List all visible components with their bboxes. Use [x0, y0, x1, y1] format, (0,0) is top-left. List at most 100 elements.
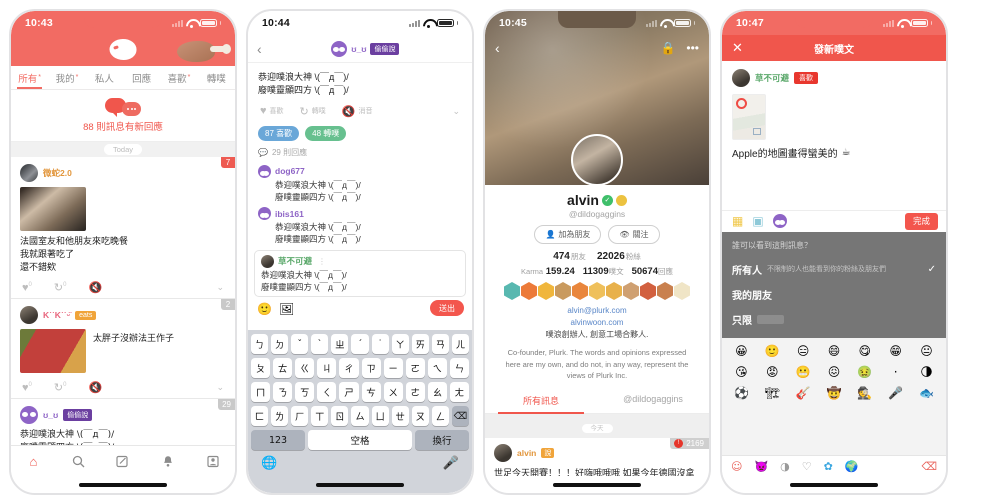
replurk-icon[interactable]: ↻ 0: [54, 281, 67, 295]
privacy-option-limited[interactable]: 只限 •••: [732, 307, 936, 332]
tab-handle[interactable]: @dildogaggins: [597, 389, 709, 413]
post-actions[interactable]: ♥ 0 ↻ 0 🔇 ⌄: [20, 377, 226, 398]
done-button[interactable]: 完成: [904, 212, 938, 230]
key[interactable]: ㄓ: [331, 334, 349, 354]
website-link[interactable]: alvinwoon.com: [485, 317, 709, 329]
emoji[interactable]: 🎸: [795, 385, 812, 402]
key[interactable]: ㄉ: [271, 334, 289, 354]
tabbar-profile-icon[interactable]: [190, 455, 235, 468]
attached-image-thumbnail[interactable]: [732, 94, 766, 140]
badge-icon[interactable]: [538, 282, 554, 300]
key[interactable]: ㄛ: [405, 358, 425, 378]
emoji[interactable]: 😘: [733, 364, 750, 381]
avatar[interactable]: [732, 69, 750, 87]
avatar[interactable]: [258, 164, 271, 178]
avatar[interactable]: [20, 406, 38, 425]
avatar[interactable]: [494, 443, 512, 462]
composer-body[interactable]: 草不可避 喜歡 Apple的地圖畫得蠻美的 ☕: [722, 61, 946, 160]
key[interactable]: ㄔ: [339, 358, 359, 378]
tab-responses[interactable]: 回應: [123, 66, 160, 89]
key[interactable]: ㄥ: [431, 406, 449, 426]
like-icon[interactable]: ♥ 0: [22, 282, 32, 294]
badge-icon[interactable]: [589, 282, 605, 300]
more-icon[interactable]: ⋮: [318, 257, 326, 266]
space-key[interactable]: 空格: [308, 430, 412, 450]
key[interactable]: ㄜ: [405, 382, 425, 402]
qualifier-badge[interactable]: 喜歡: [794, 72, 819, 84]
like-icon[interactable]: ♥ 0: [22, 382, 32, 394]
composer-text[interactable]: Apple的地圖畫得蠻美的 ☕: [732, 145, 936, 160]
username[interactable]: K˙˙K˙˙ᵕ̈: [43, 310, 70, 320]
like-button[interactable]: ♥ 喜歡: [260, 105, 284, 117]
globe-tab-icon[interactable]: 🌍: [845, 460, 859, 473]
tab-replurks[interactable]: 轉噗: [198, 66, 235, 89]
emoji-row[interactable]: 😀 🙂 😑 😄 😋 😁 😐: [726, 343, 942, 360]
keyboard-bottom-row[interactable]: 🌐 🎤: [251, 454, 469, 473]
emoji[interactable]: 😁: [887, 343, 904, 360]
emoji[interactable]: 🤠: [825, 385, 842, 402]
keyboard-row[interactable]: 123 空格 換行: [251, 430, 470, 450]
list-item[interactable]: ! 2169 alvin 說 世足今天開賽！！！好嗨哦哦哦 如果今年德國沒拿冠軍…: [485, 437, 709, 476]
friends-count[interactable]: 474: [553, 251, 570, 262]
username[interactable]: 微蛇2.0: [43, 167, 72, 179]
composer-toolbar[interactable]: ▦ ▣ 完成: [722, 209, 946, 232]
profile-tabs[interactable]: 所有訊息 @dildogaggins: [485, 389, 709, 414]
mute-icon[interactable]: 🔇: [88, 381, 102, 394]
notification-tabs[interactable]: 所有 * 我的 * 私人 回應 喜歡 * 轉噗: [11, 66, 235, 90]
tabbar-alerts-icon[interactable]: [145, 455, 190, 468]
username[interactable]: ʊ_ʊ: [351, 44, 366, 54]
emoji[interactable]: 🤢: [856, 364, 873, 381]
key[interactable]: ㄍ: [295, 358, 315, 378]
key[interactable]: ㄕ: [339, 382, 359, 402]
notification-feed[interactable]: 7 微蛇2.0 法國室友和他朋友來吃晚餐 我就跟著吃了 還不錯欸 ♥ 0 ↻ 0 🔇…: [11, 157, 235, 445]
tabbar-search-icon[interactable]: [56, 455, 101, 468]
key[interactable]: ㄎ: [295, 382, 315, 402]
badge-icon[interactable]: [555, 282, 571, 300]
profile-feed[interactable]: 今天 ! 2169 alvin 說 世足今天開賽！！！好嗨哦哦哦 如果今年德國沒…: [485, 413, 709, 476]
microphone-icon[interactable]: 🎤: [443, 455, 459, 471]
composer-empty-space[interactable]: [722, 160, 946, 210]
back-button[interactable]: ‹: [495, 40, 500, 56]
key[interactable]: ㄌ: [271, 406, 289, 426]
emoji-category-bar[interactable]: ☺ 👿 ◑ ♡ ✿ 🌍 ⌫: [722, 455, 946, 476]
emoji[interactable]: ·: [887, 364, 904, 381]
badge-icon[interactable]: [606, 282, 622, 300]
tab-likes[interactable]: 喜歡 *: [160, 66, 197, 89]
numeric-key[interactable]: 123: [251, 430, 306, 450]
key[interactable]: ㄢ: [431, 334, 449, 354]
key[interactable]: ㄝ: [391, 406, 409, 426]
replurks-pill[interactable]: 48 轉噗: [305, 125, 347, 141]
key[interactable]: ㄘ: [361, 382, 381, 402]
emoji[interactable]: 😖: [825, 364, 842, 381]
key[interactable]: ㄅ: [250, 334, 269, 354]
emoji[interactable]: 😡: [764, 364, 781, 381]
key[interactable]: ㄊ: [273, 358, 293, 378]
key[interactable]: ㄖ: [331, 406, 349, 426]
tabbar-compose-icon[interactable]: [101, 455, 146, 468]
post-image[interactable]: [20, 187, 86, 231]
key[interactable]: ㄑ: [317, 382, 337, 402]
follow-button[interactable]: 👁 關注: [608, 225, 660, 244]
emoji-icon[interactable]: 🙂: [257, 302, 272, 316]
key[interactable]: ㄆ: [251, 358, 271, 378]
tabbar-home-icon[interactable]: ⌂: [11, 454, 56, 469]
list-item[interactable]: 29 ʊ_ʊ 偷偷說 恭迎噗浪大神 \(￣д￣)/ 廢噗靈顯四方 \(￣д￣)/…: [11, 399, 235, 445]
send-button[interactable]: 送出: [430, 300, 464, 317]
new-responses-banner[interactable]: 88 則訊息有新回應: [11, 90, 235, 142]
username[interactable]: ibis161: [275, 209, 304, 219]
privacy-selector[interactable]: 誰可以看到這則訊息？ 所有人 不限制的人也能看到你的粉絲及朋友們 ✓ 我的朋友 …: [722, 231, 946, 338]
more-icon[interactable]: •••: [686, 41, 699, 55]
emoji[interactable]: 😄: [825, 343, 842, 360]
badge-icon[interactable]: [657, 282, 673, 300]
return-key[interactable]: 換行: [414, 430, 470, 450]
post-image[interactable]: [20, 329, 86, 374]
emoji[interactable]: 😀: [733, 343, 750, 360]
avatar[interactable]: [258, 207, 271, 221]
badge-icon[interactable]: [623, 282, 639, 300]
emoji[interactable]: 😋: [856, 343, 873, 360]
chevron-down-icon[interactable]: ⌄: [452, 106, 460, 117]
add-friend-button[interactable]: 👤 加為朋友: [534, 225, 602, 244]
likes-pill[interactable]: 87 喜歡: [258, 125, 300, 141]
post-actions[interactable]: ♥ 喜歡 ↻ 轉噗 🔇 消音 ⌄: [258, 101, 462, 122]
key[interactable]: ㄧ: [383, 358, 403, 378]
